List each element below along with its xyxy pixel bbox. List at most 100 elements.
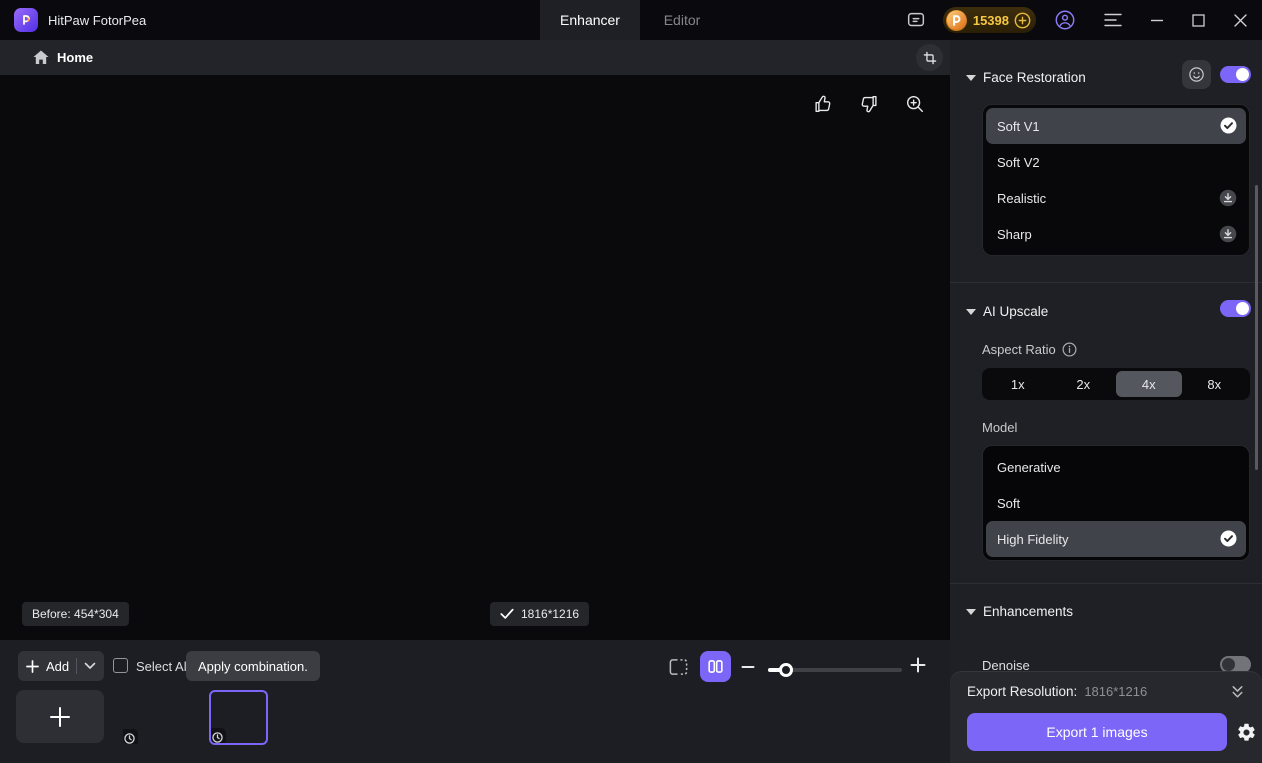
side-by-side-icon: [706, 657, 725, 676]
after-size-label: 1816*1216: [521, 607, 579, 621]
option-sharp[interactable]: Sharp: [986, 216, 1246, 252]
option-label: Soft: [997, 496, 1020, 511]
titlebar-right: 15398: [905, 0, 1248, 40]
select-all-checkbox[interactable]: [113, 658, 128, 673]
scale-1x[interactable]: 1x: [985, 371, 1051, 397]
credits-count: 15398: [973, 13, 1009, 28]
option-label: Sharp: [997, 227, 1032, 242]
chevron-down-icon[interactable]: [84, 662, 96, 670]
feedback-chat-icon[interactable]: [905, 9, 927, 31]
collapse-triangle-icon[interactable]: [966, 309, 976, 315]
denoise-toggle[interactable]: [1220, 656, 1251, 673]
denoise-label: Denoise: [982, 658, 1030, 673]
collapse-triangle-icon[interactable]: [966, 609, 976, 615]
zoom-in-icon[interactable]: [902, 91, 928, 117]
add-button[interactable]: Add: [18, 651, 104, 681]
export-resolution-value: 1816*1216: [1084, 684, 1147, 699]
scale-4x[interactable]: 4x: [1116, 371, 1182, 397]
option-realistic[interactable]: Realistic: [986, 180, 1246, 216]
crop-icon: [923, 51, 937, 65]
apply-combination-label: Apply combination.: [198, 659, 308, 674]
thumbnail-portrait-selected[interactable]: [209, 690, 268, 745]
plus-icon: [26, 660, 39, 673]
export-resolution-row: Export Resolution: 1816*1216: [967, 684, 1147, 699]
maximize-icon[interactable]: [1192, 14, 1205, 27]
minimize-icon[interactable]: [1150, 13, 1164, 27]
scale-2x[interactable]: 2x: [1051, 371, 1117, 397]
section-ai-upscale[interactable]: AI Upscale: [950, 302, 1262, 322]
section-divider: [950, 583, 1262, 584]
pending-status-badge: [123, 729, 138, 744]
add-credits-icon[interactable]: [1014, 12, 1031, 29]
thumbnail-fish[interactable]: [123, 691, 184, 744]
collapse-triangle-icon[interactable]: [966, 75, 976, 81]
bottom-toolbar: Add Select All Apply combination.: [0, 640, 950, 763]
thumbs-down-icon[interactable]: [856, 91, 882, 117]
zoom-slider[interactable]: [768, 668, 902, 672]
selected-check-icon: [1220, 117, 1237, 134]
option-label: Soft V1: [997, 119, 1040, 134]
zoom-slider-knob[interactable]: [779, 663, 793, 677]
option-label: High Fidelity: [997, 532, 1069, 547]
apply-combination-button[interactable]: Apply combination.: [186, 651, 320, 681]
export-resolution-label: Export Resolution:: [967, 684, 1077, 699]
tab-enhancer[interactable]: Enhancer: [540, 0, 640, 40]
enhancements-title: Enhancements: [983, 604, 1073, 619]
tab-editor[interactable]: Editor: [640, 0, 724, 40]
check-icon: [500, 608, 514, 620]
thumbs-up-icon[interactable]: [810, 91, 836, 117]
smiley-icon: [1188, 66, 1205, 83]
face-restoration-title: Face Restoration: [983, 70, 1086, 85]
model-high-fidelity[interactable]: High Fidelity: [986, 521, 1246, 557]
select-all-label[interactable]: Select All: [136, 659, 189, 674]
double-chevron-down-icon[interactable]: [1229, 684, 1246, 700]
panel-scrollbar[interactable]: [1255, 185, 1258, 470]
section-face-restoration[interactable]: Face Restoration: [950, 68, 1262, 88]
add-label: Add: [46, 659, 69, 674]
plus-icon: [49, 706, 71, 728]
zoom-in-plus-icon[interactable]: [910, 657, 926, 673]
after-image[interactable]: [478, 140, 950, 600]
face-restoration-options: Soft V1 Soft V2 Realistic Sharp: [982, 104, 1250, 256]
navbar: Home: [0, 40, 950, 75]
scale-segment-control: 1x 2x 4x 8x: [982, 368, 1250, 400]
model-generative[interactable]: Generative: [986, 449, 1246, 485]
account-avatar-icon[interactable]: [1054, 9, 1076, 31]
main-tabs: Enhancer Editor: [540, 0, 724, 40]
home-label: Home: [57, 50, 93, 65]
app-title: HitPaw FotorPea: [48, 13, 146, 28]
section-divider: [950, 282, 1262, 283]
model-soft[interactable]: Soft: [986, 485, 1246, 521]
option-soft-v2[interactable]: Soft V2: [986, 144, 1246, 180]
export-settings-gear-icon[interactable]: [1236, 722, 1257, 743]
titlebar: HitPaw FotorPea Enhancer Editor: [0, 0, 1262, 40]
scale-8x[interactable]: 8x: [1182, 371, 1248, 397]
export-button[interactable]: Export 1 images: [967, 713, 1227, 751]
close-icon[interactable]: [1233, 13, 1248, 28]
info-icon[interactable]: [1062, 342, 1077, 357]
face-restoration-toggle[interactable]: [1220, 66, 1251, 83]
nav-home[interactable]: Home: [33, 40, 93, 75]
aspect-ratio-label-row: Aspect Ratio: [982, 342, 1077, 357]
pending-status-badge: [209, 728, 226, 745]
side-by-side-view-button[interactable]: [700, 651, 731, 682]
before-image[interactable]: [0, 140, 475, 600]
app-window: HitPaw FotorPea Enhancer Editor: [0, 0, 1262, 763]
option-soft-v1[interactable]: Soft V1: [986, 108, 1246, 144]
split-view-icon[interactable]: [668, 657, 689, 677]
model-options: Generative Soft High Fidelity: [982, 445, 1250, 561]
option-label: Soft V2: [997, 155, 1040, 170]
settings-panel: Face Restoration Soft V1: [950, 40, 1262, 763]
section-enhancements[interactable]: Enhancements: [950, 602, 1262, 622]
face-mode-button[interactable]: [1182, 60, 1211, 89]
zoom-out-minus-icon[interactable]: [741, 660, 755, 674]
ai-upscale-toggle[interactable]: [1220, 300, 1251, 317]
add-image-tile[interactable]: [16, 690, 104, 743]
menu-icon[interactable]: [1104, 13, 1122, 27]
coin-icon: [945, 9, 968, 32]
credits-badge[interactable]: 15398: [943, 7, 1036, 33]
download-icon[interactable]: [1219, 189, 1237, 207]
download-icon[interactable]: [1219, 225, 1237, 243]
denoise-row: Denoise: [982, 658, 1030, 673]
crop-button[interactable]: [916, 44, 943, 71]
